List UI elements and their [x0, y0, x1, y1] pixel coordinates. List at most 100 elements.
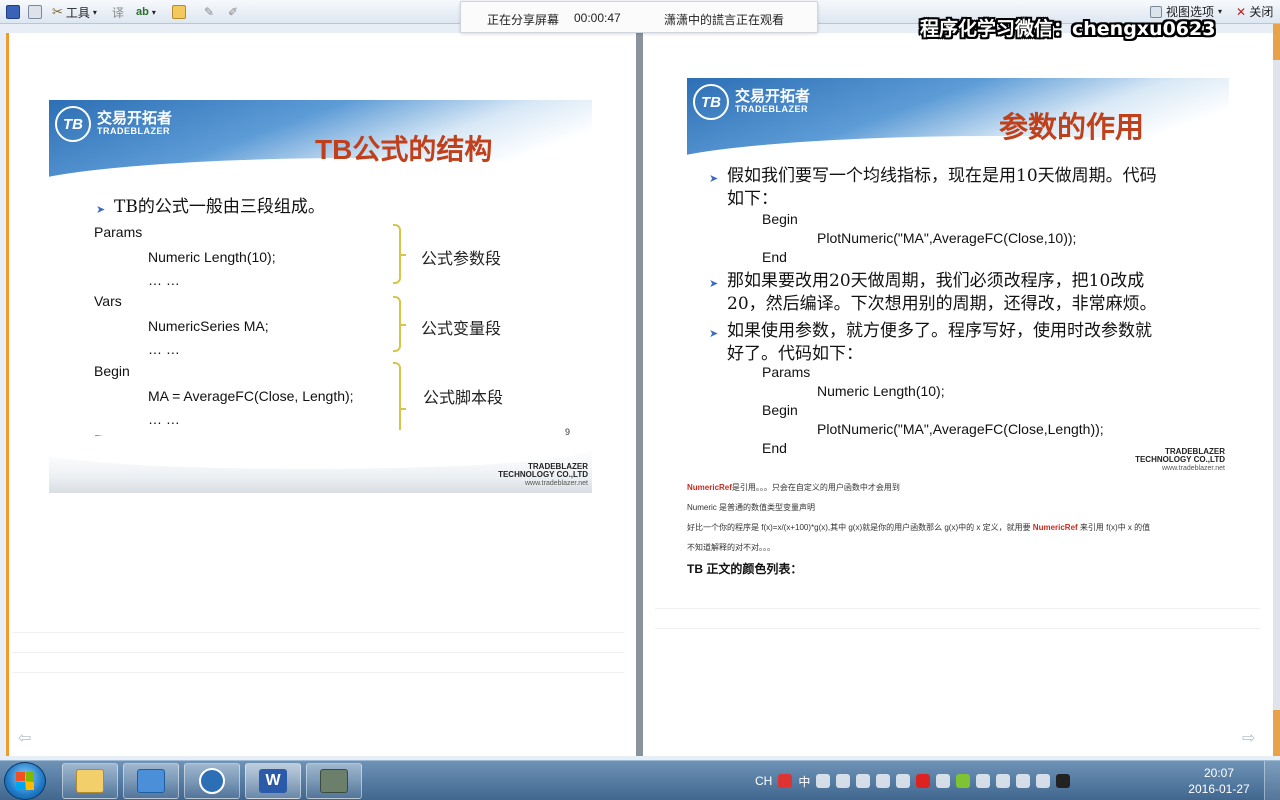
- tools-icon: ✂: [52, 4, 63, 19]
- slide-bullet: ➤ 那如果要改用20天做周期，我们必须改程序，把10改成: [709, 270, 1144, 293]
- next-page-arrow-icon[interactable]: ⇨: [1242, 728, 1260, 747]
- page-divider: [636, 33, 643, 756]
- taskbar-photo[interactable]: [306, 763, 362, 799]
- code-params-line: Numeric Length(10);: [148, 249, 276, 265]
- tray-ime-mode[interactable]: 中: [798, 773, 810, 790]
- note-line-4: 不知道解释的对不对。。。: [687, 543, 775, 552]
- keyboard-icon[interactable]: [836, 774, 851, 788]
- markup-button[interactable]: ✎: [204, 3, 214, 21]
- slide-footer: TRADEBLAZER TECHNOLOGY CO.,LTD www.trade…: [1135, 446, 1225, 472]
- chevron-down-icon: ▾: [151, 7, 156, 17]
- vertical-scrollbar[interactable]: [1273, 60, 1280, 710]
- section-label-vars: 公式变量段: [421, 319, 502, 338]
- volume-icon[interactable]: [1036, 774, 1051, 788]
- save-icon: [6, 5, 20, 19]
- logo-en-text: TRADEBLAZER: [735, 104, 808, 115]
- ime-logo-icon[interactable]: [778, 774, 793, 788]
- bullet-arrow-icon: ➤: [709, 172, 719, 185]
- tray-lang[interactable]: CH: [755, 774, 772, 788]
- slide-title: TB公式的结构: [315, 134, 493, 165]
- logo-en-text: TRADEBLAZER: [97, 126, 170, 137]
- code-vars: Vars: [94, 293, 122, 309]
- screen-share-banner: 正在分享屏幕 00:00:47 潇潇中的謊言正在观看: [460, 1, 818, 33]
- code-begin-line: MA = AverageFC(Close, Length);: [148, 388, 354, 404]
- network-computer-icon: [137, 769, 165, 793]
- tb-logo-icon: TB: [55, 106, 91, 142]
- code-params: Params: [94, 224, 143, 240]
- folder-button[interactable]: [172, 3, 186, 21]
- code-begin: Begin: [762, 402, 798, 418]
- logo-cn-text: 交易开拓者: [735, 88, 811, 106]
- chevron-down-icon: ▾: [92, 7, 97, 17]
- tb-logo-icon: TB: [693, 84, 729, 120]
- bullet-arrow-icon: ➤: [96, 203, 106, 216]
- code-numeric: Numeric Length(10);: [817, 383, 945, 399]
- spelling-button[interactable]: ab ▾: [136, 3, 156, 21]
- shield-icon[interactable]: [896, 774, 911, 788]
- share-timer: 00:00:47: [574, 11, 621, 25]
- chevron-down-icon: ▾: [1218, 7, 1223, 16]
- help-icon[interactable]: [876, 774, 891, 788]
- close-reading-button[interactable]: ✕ 关闭: [1236, 3, 1273, 20]
- slide-bullet-cont: 如下：: [727, 189, 778, 209]
- code-ellipsis: … …: [148, 341, 180, 357]
- signal-icon[interactable]: [1016, 774, 1031, 788]
- close-label: 关闭: [1249, 5, 1274, 19]
- taskbar-explorer[interactable]: [62, 763, 118, 799]
- folder-icon: [172, 5, 186, 19]
- taskbar-network[interactable]: [123, 763, 179, 799]
- code-plot: PlotNumeric("MA",AverageFC(Close,Length)…: [817, 421, 1104, 437]
- spelling-icon: ab: [136, 6, 149, 18]
- antivirus-icon[interactable]: [916, 774, 931, 788]
- network-icon[interactable]: [996, 774, 1011, 788]
- translate-button[interactable]: 译: [112, 3, 124, 21]
- tools-menu[interactable]: ✂ 工具 ▾: [52, 3, 97, 21]
- start-button[interactable]: [4, 762, 46, 800]
- folder-icon: [76, 769, 104, 793]
- settings-icon[interactable]: [856, 774, 871, 788]
- highlighter-icon: ✐: [228, 5, 239, 19]
- clock-time: 20:07: [1203, 766, 1235, 780]
- section-label-params: 公式参数段: [421, 249, 502, 268]
- clock-date: 2016-01-27: [1188, 782, 1250, 796]
- color-list-heading: TB 正文的颜色列表：: [687, 562, 803, 576]
- display-icon[interactable]: [1056, 774, 1071, 788]
- slide-bullet-cont: 20，然后编译。下次想用别的周期，还得改，非常麻烦。: [727, 294, 1157, 314]
- slide-bullet: ➤ 如果使用参数，就方便多了。程序写好，使用时改参数就: [709, 320, 1152, 343]
- save-button[interactable]: [6, 3, 20, 21]
- section-brace: [393, 224, 406, 284]
- system-tray: CH 中: [755, 769, 1071, 793]
- tools-label: 工具: [65, 5, 90, 20]
- share-status: 正在分享屏幕: [487, 13, 560, 27]
- tradeblazer-app-icon: [199, 768, 225, 794]
- add-icon[interactable]: [956, 774, 971, 788]
- highlight-button[interactable]: ✐: [228, 3, 238, 21]
- translate-icon: 译: [112, 5, 125, 20]
- taskbar-word[interactable]: W: [245, 763, 301, 799]
- slide-bullet: ➤ 假如我们要写一个均线指标，现在是用10天做周期。代码: [709, 165, 1157, 188]
- pen-icon: ✎: [204, 5, 215, 19]
- code-begin: Begin: [94, 363, 130, 379]
- prev-page-arrow-icon[interactable]: ⇦: [18, 728, 36, 747]
- code-vars-line: NumericSeries MA;: [148, 318, 269, 334]
- taskbar-tradeblazer[interactable]: [184, 763, 240, 799]
- close-icon: ✕: [1236, 5, 1247, 19]
- slide-footer: TRADEBLAZER TECHNOLOGY CO.,LTD www.trade…: [498, 461, 588, 487]
- right-slide: TB 交易开拓者 TRADEBLAZER 参数的作用 ➤ 假如我们要写一个均线指…: [687, 78, 1229, 478]
- watermark-text: 程序化学习微信：chengxu0623: [920, 18, 1216, 40]
- taskbar-clock[interactable]: 20:07 2016-01-27: [1188, 765, 1250, 797]
- slide-title: 参数的作用: [999, 112, 1145, 144]
- word-icon: W: [259, 769, 287, 793]
- section-label-script: 公式脚本段: [423, 388, 504, 407]
- code-ellipsis: … …: [148, 411, 180, 427]
- print-preview-button[interactable]: [28, 3, 42, 21]
- bullet-arrow-icon: ➤: [709, 327, 719, 340]
- taskbar: W CH 中 20:07 2016-01-27: [0, 760, 1280, 800]
- code-plot: PlotNumeric("MA",AverageFC(Close,10));: [817, 230, 1077, 246]
- slide-bullet-cont: 好了。代码如下：: [727, 344, 863, 364]
- show-desktop-button[interactable]: [1264, 761, 1280, 800]
- flag-icon[interactable]: [976, 774, 991, 788]
- moon-icon[interactable]: [816, 774, 831, 788]
- usb-icon[interactable]: [936, 774, 951, 788]
- tradeblazer-logo: TB 交易开拓者 TRADEBLAZER: [55, 106, 172, 142]
